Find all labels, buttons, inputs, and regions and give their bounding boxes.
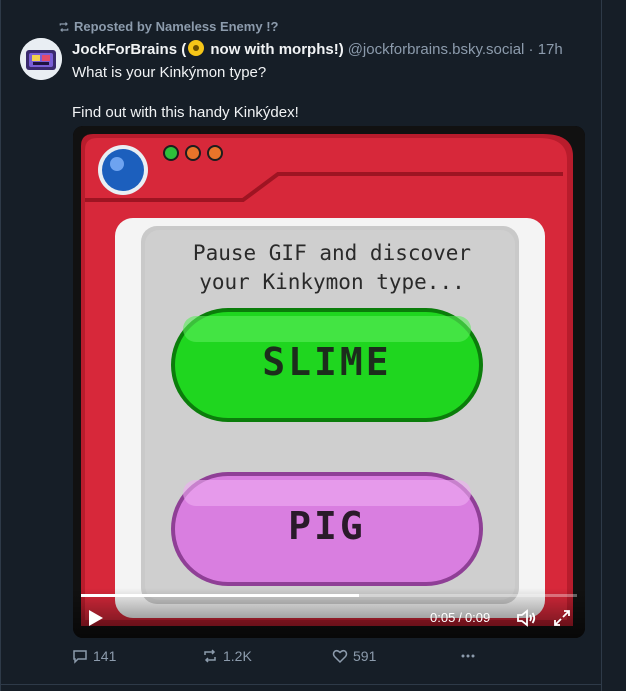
video-progress-fill — [81, 594, 359, 597]
post-header: JockForBrains ( now with morphs!) @jockf… — [72, 40, 563, 58]
fullscreen-icon[interactable] — [552, 608, 572, 628]
reply-count: 141 — [93, 648, 117, 664]
video-progress-bar[interactable] — [81, 594, 577, 597]
post-text-line-1: What is your Kinkýmon type? — [72, 64, 267, 81]
time-separator: / — [458, 610, 462, 625]
reply-button[interactable]: 141 — [72, 648, 116, 664]
display-name[interactable]: JockForBrains ( now with morphs!) — [72, 40, 344, 58]
avatar[interactable] — [20, 38, 62, 80]
column-border-left — [0, 0, 1, 691]
pig-option-label: PIG — [288, 504, 366, 548]
video-controls: 0:05/0:09 — [73, 588, 585, 638]
post-timestamp[interactable]: 17h — [538, 41, 563, 58]
post-actions: 141 1.2K 591 — [72, 648, 492, 670]
total-time: 0:09 — [464, 610, 491, 625]
slime-option-label: SLIME — [262, 340, 392, 384]
repost-icon — [59, 21, 69, 32]
screen-caption-line-2: your Kinkymon type... — [199, 270, 465, 294]
screen-caption-line-1: Pause GIF and discover — [192, 241, 472, 265]
current-time: 0:05 — [430, 610, 456, 625]
repost-action-icon — [204, 649, 216, 663]
volume-icon[interactable] — [515, 607, 537, 629]
reply-icon — [73, 650, 87, 664]
column-border-right — [601, 0, 602, 691]
like-button[interactable]: 591 — [332, 648, 376, 664]
radiation-badge-icon — [188, 40, 205, 56]
repost-label: Reposted by Nameless Enemy !? — [74, 19, 279, 34]
video-embed[interactable]: Pause GIF and discover your Kinkymon typ… — [73, 126, 585, 638]
author-handle[interactable]: @jockforbrains.bsky.social · 17h — [348, 41, 563, 58]
video-time: 0:05/0:09 — [430, 610, 490, 625]
more-icon — [461, 654, 475, 658]
post-divider — [0, 684, 602, 685]
repost-indicator[interactable]: Reposted by Nameless Enemy !? — [58, 19, 278, 34]
post-text-line-2: Find out with this handy Kinkýdex! — [72, 104, 299, 121]
play-icon[interactable] — [87, 608, 105, 628]
like-count: 591 — [353, 648, 377, 664]
repost-button[interactable]: 1.2K — [202, 648, 252, 664]
meta-separator: · — [528, 40, 534, 58]
heart-icon — [332, 649, 348, 664]
repost-count: 1.2K — [223, 648, 252, 664]
more-options-button[interactable] — [460, 648, 476, 664]
screen-caption: Pause GIF and discover your Kinkymon typ… — [177, 239, 487, 297]
